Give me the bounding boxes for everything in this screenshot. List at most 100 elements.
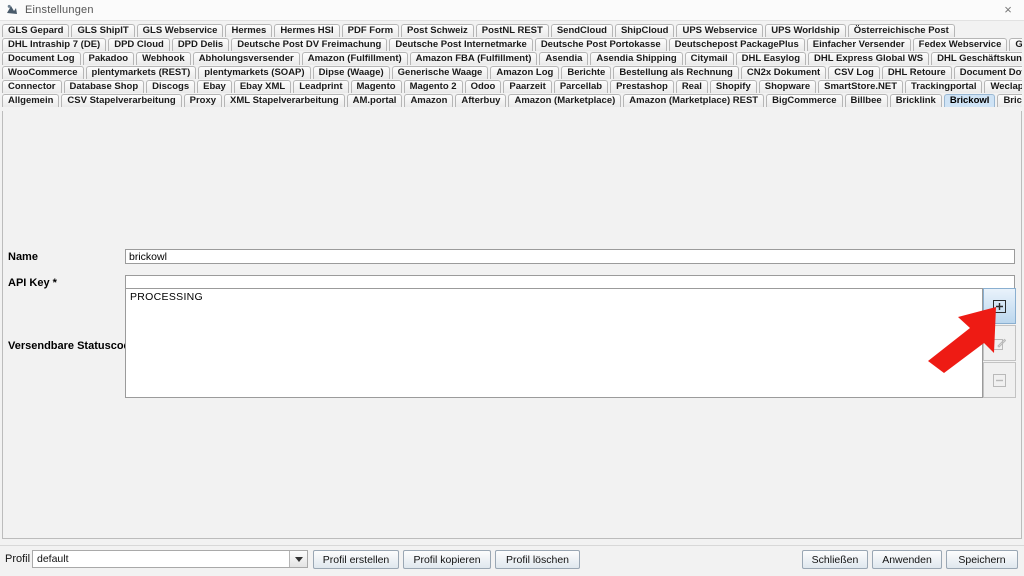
tab-afterbuy[interactable]: Afterbuy (455, 94, 507, 107)
profile-label: Profil (5, 553, 31, 565)
tab-sterreichische-post[interactable]: Österreichische Post (847, 24, 955, 37)
tab-row: Allgemein CSV Stapelverarbeitung Proxy XML … (2, 93, 1022, 107)
tab-connector[interactable]: Connector (2, 80, 62, 93)
tab-dhl-easylog[interactable]: DHL Easylog (735, 52, 807, 65)
tab-smartstore-net[interactable]: SmartStore.NET (818, 80, 903, 93)
add-status-code-button[interactable] (983, 288, 1016, 324)
tab-amazon-fba-fulfillment[interactable]: Amazon FBA (Fulfillment) (409, 52, 538, 65)
tab-deutschepost-packageplus[interactable]: Deutschepost PackagePlus (668, 38, 805, 51)
copy-profile-button[interactable]: Profil kopieren (403, 550, 491, 569)
profile-select[interactable]: default (32, 550, 308, 568)
tab-dhl-express-global-ws[interactable]: DHL Express Global WS (808, 52, 930, 65)
tab-billbee[interactable]: Billbee (844, 94, 888, 107)
tab-discogs[interactable]: Discogs (146, 80, 196, 93)
tab-asendia[interactable]: Asendia (539, 52, 589, 65)
tab-gel-express[interactable]: GEL Express (1009, 38, 1022, 51)
status-codes-actions (983, 288, 1016, 398)
tab-post-schweiz[interactable]: Post Schweiz (401, 24, 474, 37)
tab-berichte[interactable]: Berichte (561, 66, 612, 79)
tab-am-portal[interactable]: AM.portal (346, 94, 403, 107)
name-input[interactable] (125, 249, 1015, 264)
tab-database-shop[interactable]: Database Shop (63, 80, 145, 93)
tab-real[interactable]: Real (675, 80, 708, 93)
tab-gls-gepard[interactable]: GLS Gepard (2, 24, 70, 37)
tab-shopify[interactable]: Shopify (709, 80, 757, 93)
tab-bestellung-als-rechnung[interactable]: Bestellung als Rechnung (613, 66, 739, 79)
tab-leadprint[interactable]: Leadprint (293, 80, 349, 93)
tab-bigcommerce[interactable]: BigCommerce (766, 94, 843, 107)
tab-ups-webservice[interactable]: UPS Webservice (676, 24, 764, 37)
tab-hermes-hsi[interactable]: Hermes HSI (274, 24, 340, 37)
delete-profile-button[interactable]: Profil löschen (495, 550, 580, 569)
tab-document-log[interactable]: Document Log (2, 52, 81, 65)
tab-shopware[interactable]: Shopware (758, 80, 817, 93)
tab-magento[interactable]: Magento (350, 80, 402, 93)
tab-deutsche-post-portokasse[interactable]: Deutsche Post Portokasse (534, 38, 667, 51)
tab-hermes[interactable]: Hermes (225, 24, 273, 37)
footer-bar: Profil default Profil erstellen Profil k… (0, 545, 1024, 576)
tab-gls-shipit[interactable]: GLS ShipIT (71, 24, 135, 37)
tab-brickscout[interactable]: Brickscout (997, 94, 1022, 107)
tab-sendcloud[interactable]: SendCloud (550, 24, 613, 37)
tab-dhl-gesch-ftskundenversand[interactable]: DHL Geschäftskundenversand (931, 52, 1022, 65)
tab-citymail[interactable]: Citymail (684, 52, 734, 65)
tab-cn2x-dokument[interactable]: CN2x Dokument (740, 66, 827, 79)
tab-dhl-intraship-7-de[interactable]: DHL Intraship 7 (DE) (2, 38, 107, 51)
tab-ebay[interactable]: Ebay (197, 80, 232, 93)
tab-dhl-retoure[interactable]: DHL Retoure (881, 66, 952, 79)
tab-fedex-webservice[interactable]: Fedex Webservice (912, 38, 1008, 51)
tab-odoo[interactable]: Odoo (464, 80, 502, 93)
tab-allgemein[interactable]: Allgemein (2, 94, 60, 107)
tab-amazon[interactable]: Amazon (404, 94, 454, 107)
tab-deutsche-post-dv-freimachung[interactable]: Deutsche Post DV Freimachung (231, 38, 388, 51)
tab-row: GLS Gepard GLS ShipIT GLS Webservice Hermes… (2, 23, 1022, 37)
tab-brickowl[interactable]: Brickowl (943, 94, 996, 107)
remove-status-code-button[interactable] (983, 362, 1016, 398)
edit-status-code-button[interactable] (983, 325, 1016, 361)
tab-gls-webservice[interactable]: GLS Webservice (136, 24, 224, 37)
save-button[interactable]: Speichern (946, 550, 1018, 569)
tab-postnl-rest[interactable]: PostNL REST (475, 24, 549, 37)
tab-amazon-marketplace[interactable]: Amazon (Marketplace) (508, 94, 622, 107)
status-codes-list[interactable]: PROCESSING (125, 288, 983, 398)
tab-parcellab[interactable]: Parcellab (553, 80, 609, 93)
apply-button[interactable]: Anwenden (872, 550, 942, 569)
tab-webhook[interactable]: Webhook (136, 52, 191, 65)
tab-ebay-xml[interactable]: Ebay XML (233, 80, 292, 93)
tab-row: DHL Intraship 7 (DE) DPD Cloud DPD Delis De… (2, 37, 1022, 51)
tab-amazon-marketplace-rest[interactable]: Amazon (Marketplace) REST (623, 94, 765, 107)
tab-csv-log[interactable]: CSV Log (828, 66, 880, 79)
tab-prestashop[interactable]: Prestashop (610, 80, 674, 93)
tab-weclapp[interactable]: Weclapp (984, 80, 1022, 93)
tab-pakadoo[interactable]: Pakadoo (82, 52, 135, 65)
tab-shipcloud[interactable]: ShipCloud (614, 24, 675, 37)
tab-asendia-shipping[interactable]: Asendia Shipping (590, 52, 683, 65)
tab-proxy[interactable]: Proxy (183, 94, 223, 107)
create-profile-button[interactable]: Profil erstellen (313, 550, 399, 569)
tab-generische-waage[interactable]: Generische Waage (391, 66, 489, 79)
list-item[interactable]: PROCESSING (126, 289, 982, 303)
tab-csv-stapelverarbeitung[interactable]: CSV Stapelverarbeitung (61, 94, 182, 107)
tab-amazon-log[interactable]: Amazon Log (490, 66, 560, 79)
close-icon[interactable]: × (994, 1, 1022, 18)
tab-dpd-delis[interactable]: DPD Delis (171, 38, 230, 51)
tab-ups-worldship[interactable]: UPS Worldship (765, 24, 846, 37)
tab-amazon-fulfillment[interactable]: Amazon (Fulfillment) (301, 52, 408, 65)
tab-magento-2[interactable]: Magento 2 (403, 80, 463, 93)
tab-pdf-form[interactable]: PDF Form (341, 24, 400, 37)
tab-deutsche-post-internetmarke[interactable]: Deutsche Post Internetmarke (389, 38, 533, 51)
tab-abholungsversender[interactable]: Abholungsversender (192, 52, 300, 65)
tab-paarzeit[interactable]: Paarzeit (503, 80, 552, 93)
tab-dipse-waage[interactable]: Dipse (Waage) (312, 66, 390, 79)
tab-woocommerce[interactable]: WooCommerce (2, 66, 84, 79)
tab-einfacher-versender[interactable]: Einfacher Versender (806, 38, 911, 51)
tab-plentymarkets-rest[interactable]: plentymarkets (REST) (85, 66, 197, 79)
tab-plentymarkets-soap[interactable]: plentymarkets (SOAP) (198, 66, 311, 79)
close-button[interactable]: Schließen (802, 550, 868, 569)
tab-bricklink[interactable]: Bricklink (889, 94, 942, 107)
tab-document-downloader[interactable]: Document Downloader (953, 66, 1022, 79)
tab-xml-stapelverarbeitung[interactable]: XML Stapelverarbeitung (224, 94, 345, 107)
tab-dpd-cloud[interactable]: DPD Cloud (108, 38, 170, 51)
tab-trackingportal[interactable]: Trackingportal (905, 80, 983, 93)
chevron-down-icon[interactable] (289, 551, 307, 567)
